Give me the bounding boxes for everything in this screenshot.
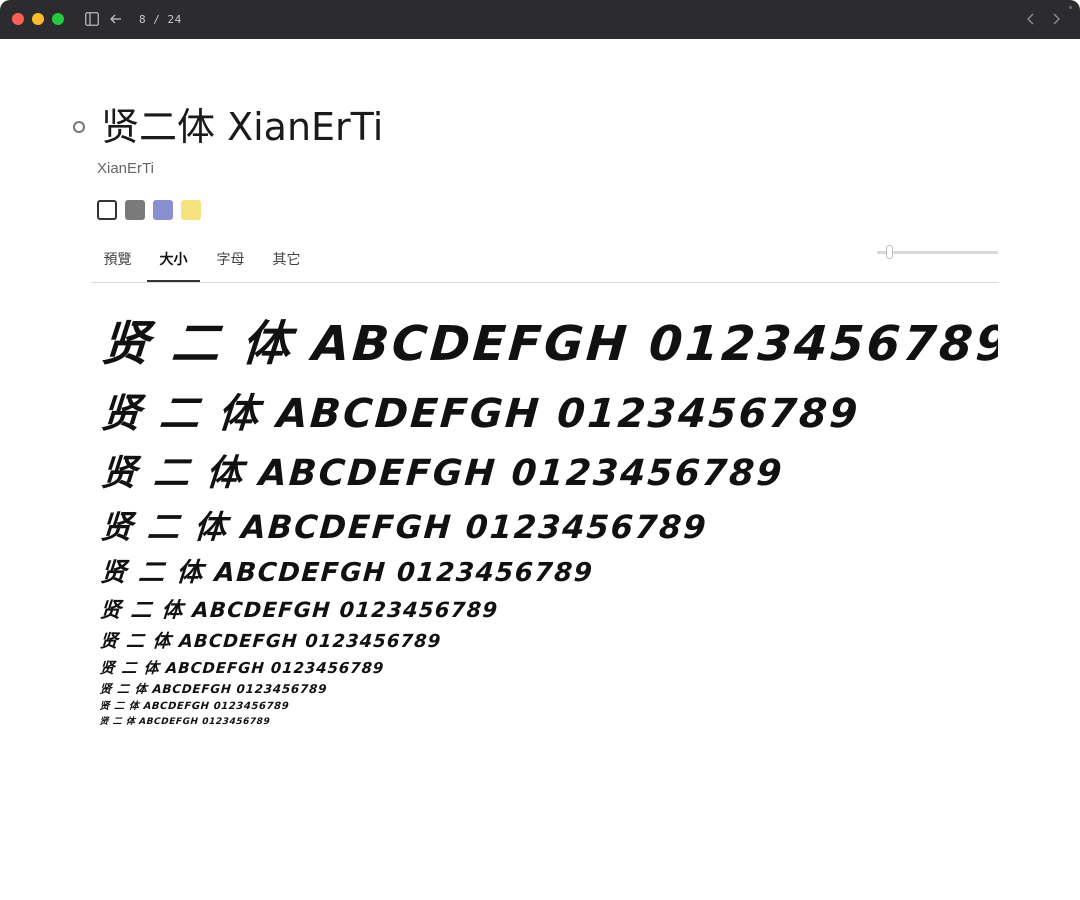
size-sample-line: 贤 二 体 ABCDEFGH 0123456789 [99,391,862,437]
close-window-button[interactable] [12,13,24,25]
size-sample-line: 贤 二 体 ABCDEFGH 0123456789 [99,682,328,696]
back-arrow-icon[interactable] [109,12,123,26]
zoom-window-button[interactable] [52,13,64,25]
size-sample-line: 贤 二 体 ABCDEFGH 0123456789 [99,453,786,494]
color-swatch-gray[interactable] [125,200,145,220]
page-counter: 8 / 24 [139,13,182,26]
size-sample-line: 贤 二 体 ABCDEFGH 0123456789 [99,508,709,546]
view-tabs: 預覽 大小 字母 其它 [91,238,999,283]
collection-bullet[interactable] [73,121,85,133]
size-sample-line: 贤 二 体 ABCDEFGH 0123456789 [99,701,290,712]
color-swatch-white[interactable] [97,200,117,220]
font-subtitle: XianErTi [97,160,154,177]
size-slider-track[interactable] [877,251,998,254]
sidebar-toggle-icon[interactable] [85,12,99,26]
chevron-left-icon[interactable] [1024,12,1038,26]
tab-preview[interactable]: 預覽 [91,238,144,282]
tab-letters[interactable]: 字母 [204,238,257,282]
font-preview-window: 8 / 24 贤二体 XianErTi XianErTi 預覽 大小 字母 其它… [0,0,1080,900]
size-sample-line: 贤 二 体 ABCDEFGH 0123456789 [99,631,443,652]
color-swatch-yellow[interactable] [181,200,201,220]
tab-size[interactable]: 大小 [147,238,200,282]
minimize-window-button[interactable] [32,13,44,25]
chevron-right-icon[interactable] [1049,12,1063,26]
size-sample-line: 贤 二 体 ABCDEFGH 0123456789 [99,558,595,588]
size-slider-thumb[interactable] [886,245,893,259]
title-bar: 8 / 24 [0,0,1080,39]
size-slider[interactable] [877,244,998,260]
size-sample-line: 贤 二 体 ABCDEFGH 0123456789 [99,717,271,727]
color-swatches [97,200,201,220]
corner-indicator [1069,6,1072,9]
font-title: 贤二体 XianErTi [101,105,384,149]
tab-other[interactable]: 其它 [260,238,313,282]
size-sample-line: 贤 二 体 ABCDEFGH 0123456789 [99,316,998,372]
color-swatch-periwinkle[interactable] [153,200,173,220]
size-sample-line: 贤 二 体 ABCDEFGH 0123456789 [99,598,500,622]
size-samples: 贤 二 体 ABCDEFGH 0123456789 贤 二 体 ABCDEFGH … [99,300,998,731]
size-sample-line: 贤 二 体 ABCDEFGH 0123456789 [99,659,385,677]
